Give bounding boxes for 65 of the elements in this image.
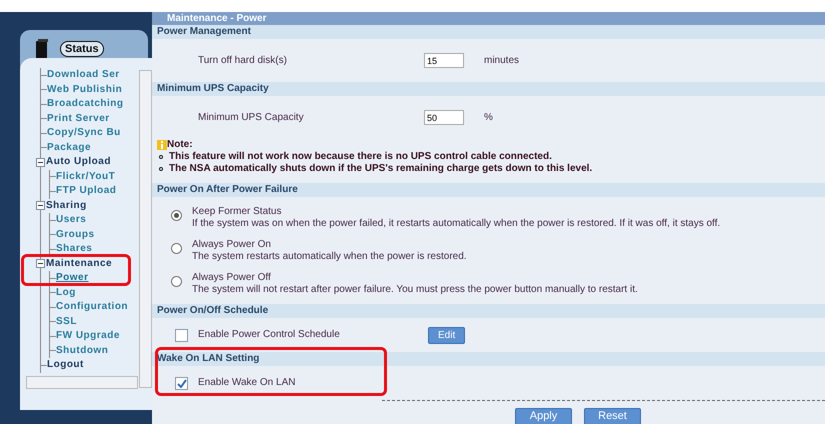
tree-item[interactable]: Shares <box>56 243 92 256</box>
tree-item[interactable]: Power <box>56 272 89 284</box>
option-description: The system restarts automatically when the power is restored. <box>192 251 467 263</box>
option-label: Keep Former Status <box>192 206 282 218</box>
tree-item[interactable]: Configuration <box>56 301 128 314</box>
radio-button[interactable] <box>171 243 182 254</box>
collapse-toggle[interactable] <box>36 158 45 167</box>
section-header: Wake On LAN Setting <box>152 352 825 366</box>
section-header: Power On/Off Schedule <box>152 304 825 318</box>
tree-item[interactable]: Logout <box>47 359 84 372</box>
checkbox[interactable] <box>175 376 188 390</box>
tree-item[interactable]: FW Upgrade <box>56 330 120 342</box>
field-label: Minimum UPS Capacity <box>198 112 305 124</box>
tree-item[interactable]: Maintenance <box>46 258 112 270</box>
action-button[interactable]: Apply <box>515 408 572 424</box>
tree-item[interactable]: Web Publishin <box>47 84 122 96</box>
tree-item[interactable]: Log <box>56 286 76 299</box>
number-input[interactable]: 50 <box>424 110 464 125</box>
tree-item[interactable]: Copy/Sync Bu <box>47 127 121 140</box>
edit-button[interactable]: Edit <box>428 326 466 344</box>
section-header: Power Management <box>152 25 825 39</box>
tree-item[interactable]: Package <box>47 142 92 154</box>
tree-item[interactable]: Broadcatching <box>47 98 124 110</box>
minus-icon <box>38 203 43 208</box>
collapse-toggle[interactable] <box>36 201 45 210</box>
note-text: The NSA automatically shuts down if the UPS's remaining charge gets down to this level. <box>169 163 592 175</box>
tree-item[interactable]: SSL <box>56 316 77 328</box>
tree-item[interactable]: Groups <box>56 228 95 241</box>
vertical-scrollbar[interactable] <box>139 70 152 388</box>
unit-label: minutes <box>484 54 520 66</box>
tree-item[interactable]: Auto Upload <box>46 156 111 168</box>
unit-label: % <box>484 112 493 124</box>
tree-item[interactable]: Flickr/YouT <box>56 170 116 183</box>
section-header: Minimum UPS Capacity <box>152 82 825 96</box>
note-text: This feature will not work now because there is no UPS control cable connected. <box>169 151 552 163</box>
tree-item[interactable]: Download Ser <box>47 69 120 82</box>
info-icon <box>157 140 167 150</box>
note-title: Note: <box>167 139 193 151</box>
status-label: Status <box>60 41 104 57</box>
option-description: If the system was on when the power failed, it restarts automatically when the power is restored. If it was off, it stays off. <box>192 218 720 230</box>
bullet-icon <box>159 167 163 171</box>
bullet-icon <box>159 155 163 159</box>
section-header: Power On After Power Failure <box>152 183 825 197</box>
radio-button[interactable] <box>171 210 182 221</box>
tree-item[interactable]: FTP Upload <box>56 185 116 198</box>
checkbox[interactable] <box>175 328 188 342</box>
checkbox-label: Enable Wake On LAN <box>198 377 296 389</box>
option-description: The system will not restart after power failure. You must press the power button manually to restart it. <box>192 284 638 296</box>
radio-button[interactable] <box>171 276 182 287</box>
minus-icon <box>38 160 43 165</box>
option-label: Always Power On <box>192 239 272 251</box>
tree-item[interactable]: Sharing <box>46 200 87 212</box>
server-icon <box>36 39 48 59</box>
tree-item[interactable]: Users <box>56 214 86 226</box>
checkbox-label: Enable Power Control Schedule <box>198 329 341 341</box>
tree-item[interactable]: Shutdown <box>56 344 108 357</box>
page-title: Maintenance - Power <box>152 12 825 25</box>
tree-item[interactable]: Print Server <box>47 112 110 125</box>
option-label: Always Power Off <box>192 272 272 284</box>
field-label: Turn off hard disk(s) <box>198 54 288 66</box>
number-input[interactable]: 15 <box>424 53 464 68</box>
collapse-toggle[interactable] <box>36 259 45 268</box>
horizontal-scrollbar[interactable] <box>26 376 138 389</box>
action-button[interactable]: Reset <box>584 408 641 424</box>
minus-icon <box>38 261 43 266</box>
